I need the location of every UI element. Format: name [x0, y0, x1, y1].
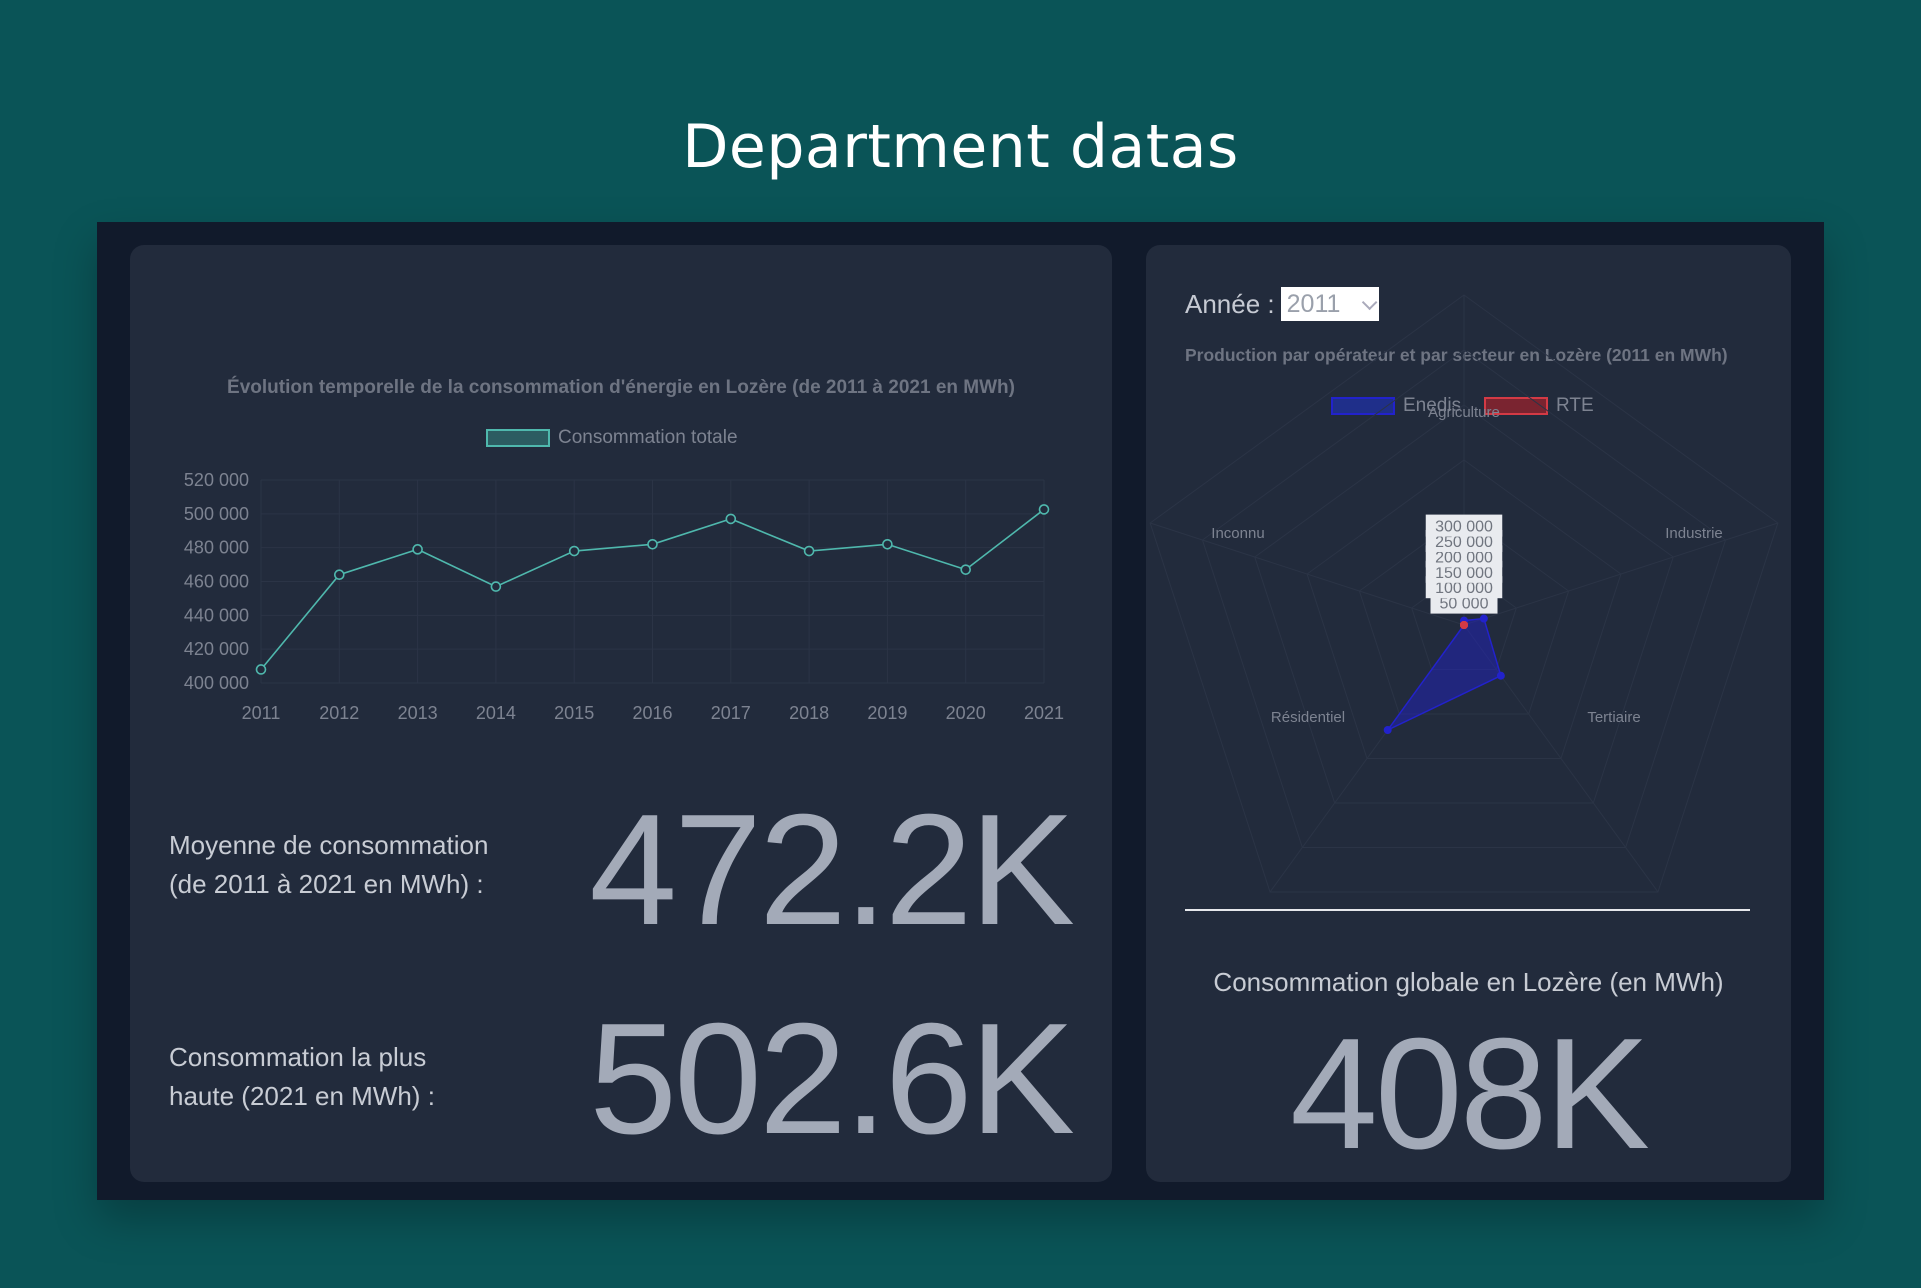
x-tick-label: 2018: [789, 703, 829, 723]
x-tick-label: 2014: [476, 703, 516, 723]
x-tick-label: 2015: [554, 703, 594, 723]
line-chart-title: Évolution temporelle de la consommation …: [227, 377, 1015, 398]
kpi-peak-value: 502.6K: [589, 991, 1075, 1167]
year-label: Année :: [1185, 288, 1275, 319]
line-chart-legend[interactable]: Consommation totale: [486, 427, 738, 449]
data-point: [960, 564, 972, 575]
radar-spoke: [1149, 522, 1465, 626]
x-tick-label: 2020: [946, 703, 986, 723]
data-point: [803, 545, 815, 557]
x-tick-label: 2013: [398, 703, 438, 723]
data-point: [647, 538, 658, 550]
production-card: Année : 2011 Production par opérateur et…: [1146, 245, 1791, 1182]
kpi-average-label-line2: (de 2011 à 2021 en MWh) :: [169, 869, 484, 899]
y-tick-label: 400 000: [184, 673, 249, 693]
data-point: [255, 664, 267, 675]
kpi-peak-label-line2: haute (2021 en MWh) :: [169, 1081, 435, 1111]
radar-chart: Agriculture Industrie Tertiaire Résidentiel…: [1149, 294, 1779, 893]
kpi-peak-label-line1: Consommation la plus: [169, 1042, 427, 1072]
year-select-value: 2011: [1286, 289, 1341, 318]
data-point: [568, 545, 580, 557]
dashboard-panel: Évolution temporelle de la consommation …: [97, 222, 1824, 1200]
year-select[interactable]: 2011: [1280, 287, 1379, 321]
radar-series-enedis: [1387, 617, 1502, 731]
legend-rte[interactable]: RTE: [1484, 395, 1594, 417]
x-tick-label: 2017: [711, 703, 751, 723]
legend-label-rte: RTE: [1556, 395, 1594, 416]
consumption-card: Évolution temporelle de la consommation …: [130, 245, 1112, 1182]
radar-axis-label: Tertiaire: [1587, 709, 1640, 726]
radar-spoke: [1463, 522, 1779, 626]
x-tick-label: 2021: [1024, 703, 1064, 723]
y-tick-label: 500 000: [184, 504, 249, 524]
y-tick-label: 440 000: [184, 605, 249, 625]
x-tick-label: 2011: [242, 703, 281, 723]
kpi-peak-label: Consommation la plus haute (2021 en MWh)…: [169, 1038, 435, 1116]
y-tick-label: 460 000: [184, 572, 249, 592]
radar-point: [1479, 614, 1488, 623]
radar-point: [1460, 621, 1468, 629]
data-point: [882, 538, 893, 550]
data-point: [490, 581, 502, 592]
x-tick-label: 2012: [319, 703, 359, 723]
x-tick-label: 2019: [867, 703, 907, 723]
radar-axis-label: Agriculture: [1428, 404, 1500, 421]
kpi-average-label: Moyenne de consommation (de 2011 à 2021 …: [169, 826, 488, 904]
legend-label-consommation: Consommation totale: [558, 427, 738, 448]
data-point: [1038, 504, 1050, 515]
page-title: Department datas: [682, 112, 1239, 182]
data-point: [334, 569, 345, 581]
y-tick-label: 480 000: [184, 538, 249, 558]
divider: [1185, 909, 1750, 911]
line-chart: 400 000 420 000 440 000 460 000 480 000 500 0…: [184, 470, 1064, 723]
kpi-average-label-line1: Moyenne de consommation: [169, 830, 489, 860]
legend-swatch-consommation: [486, 429, 550, 447]
chevron-down-icon: [1361, 294, 1378, 310]
radar-tick-label: 300 000: [1435, 519, 1493, 536]
data-point: [725, 513, 737, 525]
radar-axis-label: Industrie: [1665, 525, 1723, 542]
global-consumption-label: Consommation globale en Lozère (en MWh): [1213, 967, 1724, 997]
data-point: [412, 544, 423, 555]
radar-point: [1383, 726, 1392, 735]
y-tick-label: 520 000: [184, 470, 249, 490]
year-selector-row: Année : 2011: [1185, 287, 1379, 321]
global-consumption-value: 408K: [1289, 1006, 1650, 1182]
kpi-average-value: 472.2K: [589, 782, 1075, 958]
legend-swatch-enedis: [1331, 397, 1395, 415]
radar-point: [1496, 671, 1505, 680]
x-tick-label: 2016: [632, 703, 672, 723]
radar-axis-label: Inconnu: [1211, 525, 1264, 542]
radar-axis-label: Résidentiel: [1271, 709, 1345, 726]
y-tick-label: 420 000: [184, 639, 249, 659]
